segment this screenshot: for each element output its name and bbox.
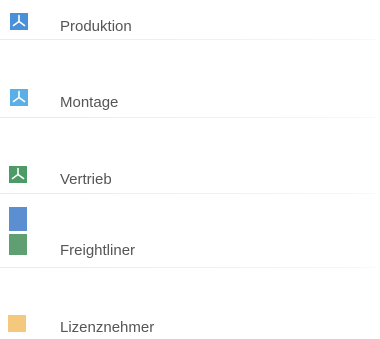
- color-swatch-blue: [9, 207, 27, 231]
- legend-label: Produktion: [60, 18, 132, 35]
- legend-label: Lizenznehmer: [60, 319, 155, 336]
- divider: [0, 193, 376, 194]
- legend-item-montage: Montage: [0, 80, 380, 120]
- legend-item-lizenznehmer: Lizenznehmer: [0, 305, 380, 339]
- color-swatch-yellow: [8, 315, 26, 332]
- legend-item-freightliner: Freightliner: [0, 205, 380, 269]
- divider: [0, 39, 376, 40]
- divider: [0, 267, 376, 268]
- mercedes-star-icon: [10, 13, 28, 30]
- divider: [0, 117, 376, 118]
- legend: Produktion Montage Vertrieb Freightliner…: [0, 0, 380, 339]
- color-swatch-green: [9, 234, 27, 255]
- legend-label: Montage: [60, 94, 119, 111]
- legend-item-produktion: Produktion: [0, 0, 380, 40]
- mercedes-star-icon: [10, 89, 28, 106]
- legend-item-vertrieb: Vertrieb: [0, 160, 380, 200]
- mercedes-star-icon: [9, 166, 27, 183]
- legend-label: Freightliner: [60, 242, 136, 259]
- legend-label: Vertrieb: [60, 171, 112, 188]
